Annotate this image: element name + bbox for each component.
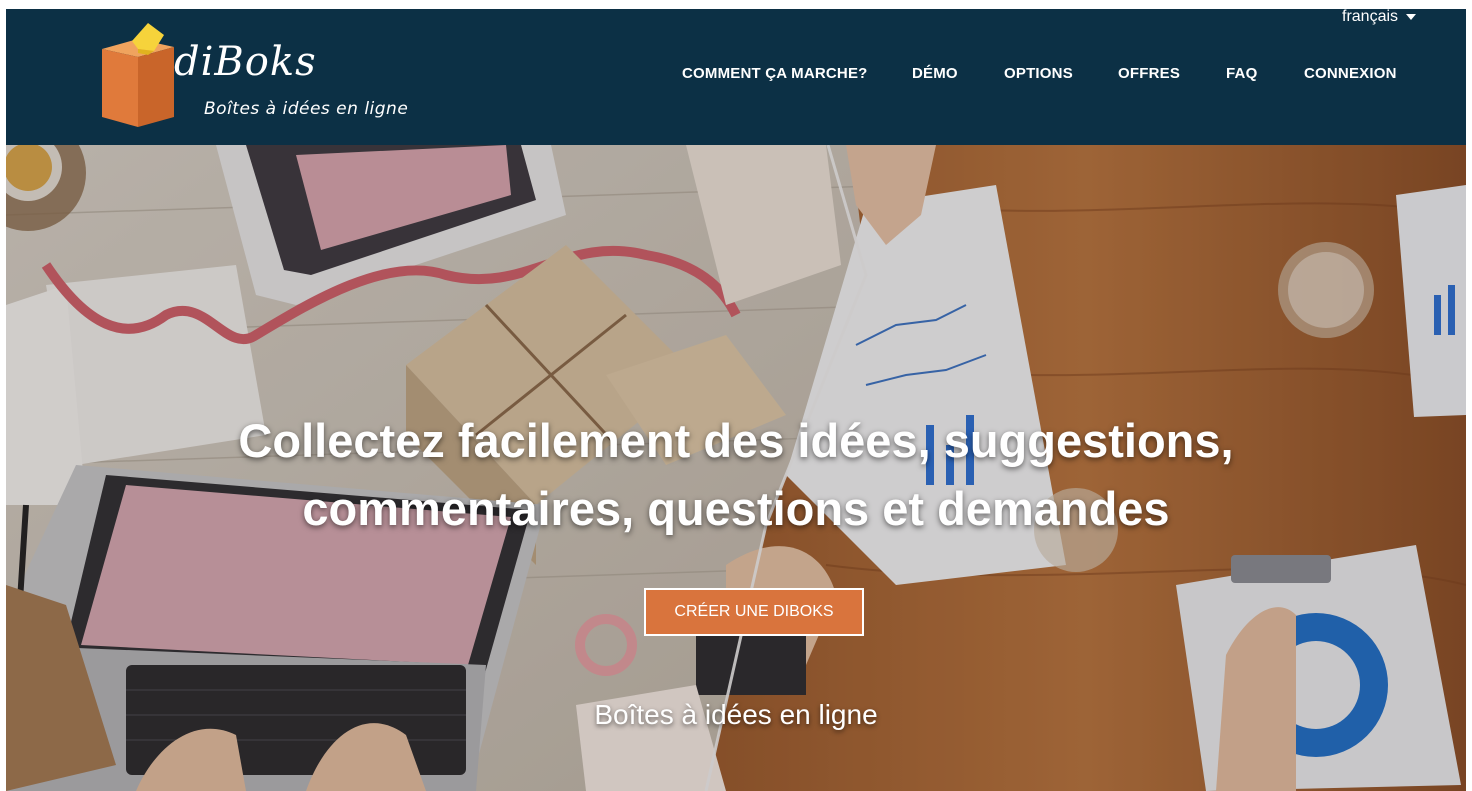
hero-title: Collectez facilement des idées, suggesti… bbox=[6, 407, 1466, 543]
nav-comment-ca-marche[interactable]: COMMENT ÇA MARCHE? bbox=[682, 65, 868, 82]
nav-demo[interactable]: DÉMO bbox=[912, 65, 958, 82]
logo-tagline: Boîtes à idées en ligne bbox=[204, 99, 409, 119]
nav-faq[interactable]: FAQ bbox=[1226, 65, 1257, 82]
page: diBoks Boîtes à idées en ligne français … bbox=[6, 9, 1466, 791]
language-label: français bbox=[1342, 9, 1399, 25]
hero-title-line1: Collectez facilement des idées, suggesti… bbox=[238, 414, 1234, 467]
nav-connexion[interactable]: CONNEXION bbox=[1304, 65, 1397, 82]
hero-title-line2: commentaires, questions et demandes bbox=[302, 482, 1170, 535]
hero-subtitle: Boîtes à idées en ligne bbox=[594, 699, 878, 730]
create-diboks-button[interactable]: CRÉER UNE DIBOKS bbox=[644, 588, 864, 636]
language-select[interactable]: français bbox=[1342, 9, 1417, 27]
site-header: diBoks Boîtes à idées en ligne français … bbox=[6, 9, 1466, 145]
caret-down-icon bbox=[1406, 14, 1417, 20]
main-nav: COMMENT ÇA MARCHE? DÉMO OPTIONS OFFRES F… bbox=[6, 65, 1466, 87]
hero-section: Collectez facilement des idées, suggesti… bbox=[6, 145, 1466, 791]
nav-options[interactable]: OPTIONS bbox=[1004, 65, 1073, 82]
nav-offres[interactable]: OFFRES bbox=[1118, 65, 1180, 82]
